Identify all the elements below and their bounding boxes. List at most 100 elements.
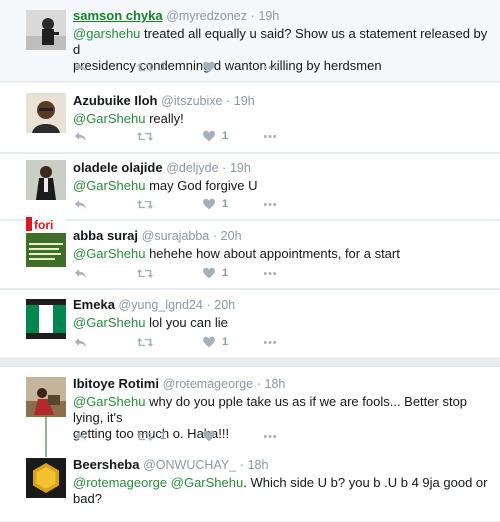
retweet-icon — [136, 266, 154, 281]
like-button[interactable]: 1 — [202, 265, 228, 281]
user-handle[interactable]: @itszubixe — [161, 94, 222, 108]
mention-link[interactable]: @GarShehu — [171, 475, 243, 490]
reply-icon — [73, 197, 88, 212]
user-handle[interactable]: @yung_lgnd24 — [119, 298, 203, 312]
user-handle[interactable]: @myredzonez — [166, 9, 247, 23]
user-handle[interactable]: @deljyde — [166, 161, 218, 175]
timestamp[interactable]: 19h — [234, 94, 255, 108]
mention-link[interactable]: @rotemageorge — [73, 475, 167, 490]
retweet-button[interactable] — [136, 265, 154, 281]
more-button[interactable] — [262, 196, 278, 212]
tweet-text-part: hehehe how about appointments, for a sta… — [145, 246, 400, 261]
nigeria-flag-avatar — [26, 299, 66, 339]
tweet[interactable]: Azubuike Iloh @itszubixe · 19h @GarShehu… — [0, 83, 500, 153]
like-count: 1 — [222, 336, 229, 348]
avatar[interactable] — [26, 377, 66, 417]
reply-button[interactable] — [73, 428, 88, 444]
more-button[interactable] — [262, 265, 278, 281]
retweet-button[interactable]: 1 — [136, 59, 166, 75]
tweet[interactable]: Emeka @yung_lgnd24 · 20h @GarShehu lol y… — [0, 290, 500, 358]
user-handle[interactable]: @rotemageorge — [163, 377, 254, 391]
conversation-thread: Ibitoye Rotimi @rotemageorge · 18h @GarS… — [0, 366, 500, 522]
tweet[interactable]: fori abba suraj @surajabba · 20h @GarShe… — [0, 217, 500, 289]
user-name[interactable]: Emeka — [73, 297, 115, 312]
reply-button[interactable] — [73, 59, 88, 75]
mention-link[interactable]: @GarShehu — [73, 111, 145, 126]
timestamp[interactable]: 20h — [221, 229, 242, 243]
tweet-actions: 1 — [73, 265, 313, 281]
tweet-text-part: lol you can lie — [145, 315, 228, 330]
tweet-actions: 1 — [73, 128, 313, 144]
reply-icon — [73, 60, 88, 75]
tweet[interactable]: oladele olajide @deljyde · 19h @GarShehu… — [0, 154, 500, 220]
reply-icon — [73, 266, 88, 281]
reply-button[interactable] — [73, 265, 88, 281]
user-handle[interactable]: @ONWUCHAY_ — [143, 458, 236, 472]
timestamp[interactable]: 19h — [230, 161, 251, 175]
like-button[interactable]: 1 — [202, 128, 228, 144]
retweet-button[interactable]: 1 — [136, 428, 166, 444]
heart-icon — [202, 129, 216, 143]
more-button[interactable] — [262, 428, 278, 444]
tweet-actions: 1 — [73, 196, 313, 212]
user-name[interactable]: Beersheba — [73, 457, 139, 472]
user-name[interactable]: Ibitoye Rotimi — [73, 376, 159, 391]
like-button[interactable] — [202, 428, 216, 444]
like-button[interactable]: 1 — [202, 196, 228, 212]
reply-icon — [73, 429, 88, 444]
tweet-actions: 1 — [73, 59, 313, 75]
more-button[interactable] — [262, 128, 278, 144]
reply-icon — [73, 335, 88, 350]
avatar[interactable] — [26, 93, 66, 133]
user-name[interactable]: Azubuike Iloh — [73, 93, 158, 108]
mention-link[interactable]: @GarShehu — [73, 315, 145, 330]
more-icon — [262, 429, 278, 444]
mention-link[interactable]: @GarShehu — [73, 178, 145, 193]
separator-dot: · — [239, 458, 244, 472]
more-icon — [262, 129, 278, 144]
mention-link[interactable]: @GarShehu — [73, 394, 145, 409]
avatar[interactable] — [26, 10, 66, 50]
heart-icon — [202, 197, 216, 211]
retweet-button[interactable] — [136, 334, 154, 350]
separator-dot: · — [226, 94, 231, 108]
tweet-text-part: really! — [145, 111, 184, 126]
mention-link[interactable]: @garshehu — [73, 26, 140, 41]
mention-link[interactable]: @GarShehu — [73, 246, 145, 261]
reply-icon — [73, 129, 88, 144]
retweet-button[interactable] — [136, 128, 154, 144]
avatar[interactable] — [26, 160, 66, 200]
retweet-count: 1 — [160, 430, 167, 442]
retweet-count: 1 — [160, 61, 167, 73]
like-button[interactable] — [202, 59, 216, 75]
user-name[interactable]: abba suraj — [73, 228, 138, 243]
retweet-button[interactable] — [136, 196, 154, 212]
tweet-text-part: may God forgive U — [145, 178, 258, 193]
avatar[interactable] — [26, 299, 66, 339]
user-handle[interactable]: @surajabba — [142, 229, 210, 243]
reply-button[interactable] — [73, 334, 88, 350]
avatar[interactable]: fori — [26, 217, 66, 267]
timestamp[interactable]: 18h — [265, 377, 286, 391]
separator-dot: · — [250, 9, 255, 23]
tweet[interactable]: samson chyka @myredzonez · 19h @garshehu… — [0, 0, 500, 82]
more-button[interactable] — [262, 59, 278, 75]
avatar-logo-text: fori — [34, 218, 53, 232]
user-name[interactable]: oladele olajide — [73, 160, 163, 175]
tweet-text: @GarShehu hehehe how about appointments,… — [73, 246, 490, 262]
like-button[interactable]: 1 — [202, 334, 228, 350]
separator-dot: · — [222, 161, 227, 175]
reply-button[interactable] — [73, 196, 88, 212]
avatar[interactable] — [26, 458, 66, 498]
reply-button[interactable] — [73, 128, 88, 144]
timestamp[interactable]: 19h — [258, 9, 279, 23]
timestamp[interactable]: 18h — [248, 458, 269, 472]
like-count: 1 — [222, 198, 229, 210]
user-name[interactable]: samson chyka — [73, 8, 163, 23]
timestamp[interactable]: 20h — [214, 298, 235, 312]
more-icon — [262, 60, 278, 75]
retweet-icon — [136, 335, 154, 350]
more-icon — [262, 266, 278, 281]
more-button[interactable] — [262, 334, 278, 350]
separator-dot: · — [256, 377, 261, 391]
